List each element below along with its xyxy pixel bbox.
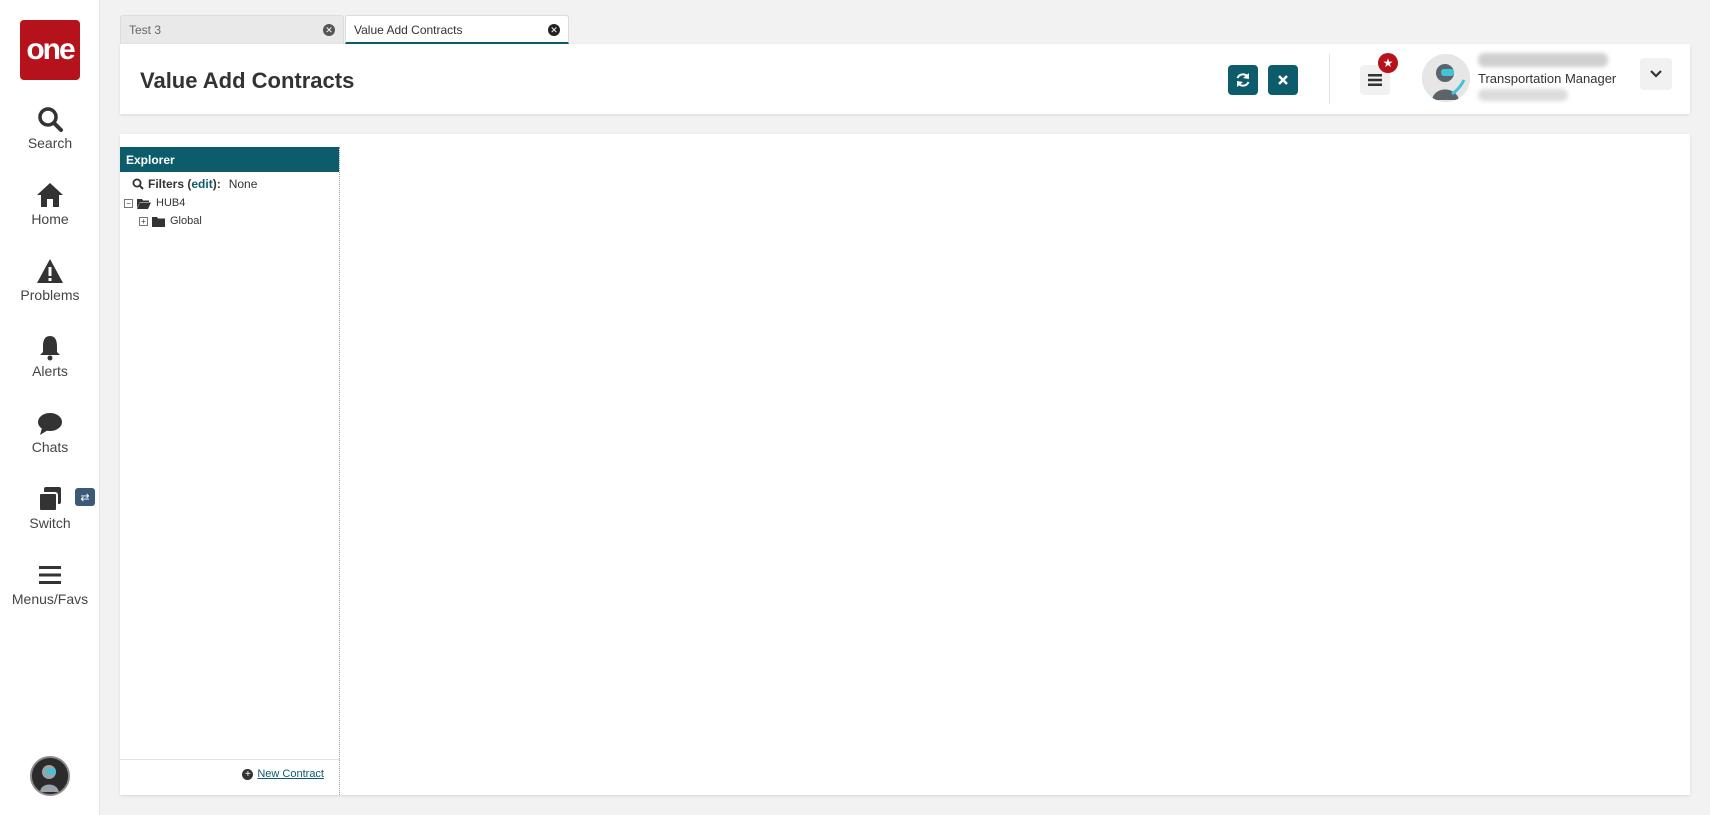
tree-node-label: HUB4 bbox=[156, 197, 186, 209]
user-avatar-image bbox=[1422, 54, 1470, 102]
tab-label: Value Add Contracts bbox=[354, 23, 463, 37]
filters-value: None bbox=[228, 177, 258, 191]
filters-edit-link[interactable]: edit bbox=[191, 177, 212, 191]
explorer-title: Explorer bbox=[120, 147, 339, 172]
app-logo[interactable]: one bbox=[20, 20, 80, 80]
nav-item-label: Problems bbox=[20, 287, 80, 303]
switch-icon bbox=[38, 487, 61, 512]
expand-icon[interactable]: + bbox=[139, 216, 148, 226]
close-tab-icon[interactable]: ✕ bbox=[548, 24, 560, 36]
bell-icon bbox=[40, 336, 60, 361]
filters-row: Filters (edit): None bbox=[132, 177, 257, 191]
refresh-icon bbox=[1236, 73, 1250, 87]
tree-node-global[interactable]: + Global bbox=[139, 215, 202, 227]
nav-item-label: Chats bbox=[31, 439, 69, 455]
tree-node-hub4[interactable]: − HUB4 bbox=[124, 197, 185, 209]
user-role: Transportation Manager bbox=[1478, 71, 1617, 86]
nav-item-label: Alerts bbox=[32, 363, 68, 379]
swap-icon[interactable]: ⇄ bbox=[75, 488, 95, 506]
page-header: Value Add Contracts ★ Transportation Man… bbox=[120, 44, 1690, 114]
home-icon bbox=[37, 183, 63, 207]
tab-label: Test 3 bbox=[129, 23, 162, 37]
content-panel: Explorer Filters (edit): None − HUB4 + G… bbox=[120, 134, 1690, 795]
nav-item-label: Switch bbox=[29, 515, 71, 531]
user-detail bbox=[1478, 89, 1568, 101]
logo-text: one bbox=[26, 33, 75, 66]
nav-item-problems[interactable]: Problems bbox=[0, 257, 100, 303]
chevron-down-icon bbox=[1650, 70, 1662, 78]
close-tab-icon[interactable]: ✕ bbox=[323, 24, 335, 36]
nav-item-label: Menus/Favs bbox=[11, 591, 89, 607]
collapse-icon[interactable]: − bbox=[124, 198, 133, 208]
tab-value-add-contracts[interactable]: Value Add Contracts ✕ bbox=[345, 15, 569, 44]
page-title: Value Add Contracts bbox=[140, 68, 355, 93]
header-divider bbox=[1329, 54, 1330, 104]
add-circle-icon: + bbox=[242, 768, 254, 780]
avatar-image bbox=[32, 758, 68, 794]
user-avatar[interactable] bbox=[1422, 54, 1470, 102]
close-button[interactable] bbox=[1268, 65, 1298, 95]
search-icon bbox=[38, 107, 63, 132]
menu-icon bbox=[39, 566, 61, 584]
folder-icon bbox=[152, 216, 165, 227]
nav-item-label: Search bbox=[27, 135, 73, 151]
explorer-panel: Explorer Filters (edit): None − HUB4 + G… bbox=[120, 147, 340, 795]
left-nav: one Search Home Problems Alerts Chats Sw… bbox=[0, 0, 100, 815]
nav-item-chats[interactable]: Chats bbox=[0, 409, 100, 455]
list-icon bbox=[1368, 74, 1382, 86]
chat-icon bbox=[38, 413, 62, 435]
star-icon: ★ bbox=[1378, 53, 1398, 73]
warning-icon bbox=[37, 259, 63, 283]
user-name bbox=[1478, 53, 1608, 67]
search-icon bbox=[132, 178, 144, 190]
avatar[interactable] bbox=[30, 756, 70, 796]
refresh-button[interactable] bbox=[1228, 65, 1258, 95]
nav-item-alerts[interactable]: Alerts bbox=[0, 333, 100, 379]
tree-node-label: Global bbox=[170, 215, 202, 227]
nav-item-search[interactable]: Search bbox=[0, 105, 100, 151]
tab-test-3[interactable]: Test 3 ✕ bbox=[120, 15, 344, 44]
explorer-footer: + New Contract bbox=[120, 759, 340, 795]
nav-item-menus-favs[interactable]: Menus/Favs bbox=[0, 561, 100, 607]
user-menu-dropdown[interactable] bbox=[1640, 58, 1672, 90]
folder-open-icon bbox=[137, 198, 151, 209]
filters-label: Filters bbox=[148, 177, 185, 191]
nav-item-home[interactable]: Home bbox=[0, 181, 100, 227]
new-contract-link[interactable]: + New Contract bbox=[242, 768, 324, 780]
new-contract-label: New Contract bbox=[257, 768, 324, 780]
close-icon bbox=[1278, 75, 1288, 85]
nav-item-label: Home bbox=[31, 211, 69, 227]
